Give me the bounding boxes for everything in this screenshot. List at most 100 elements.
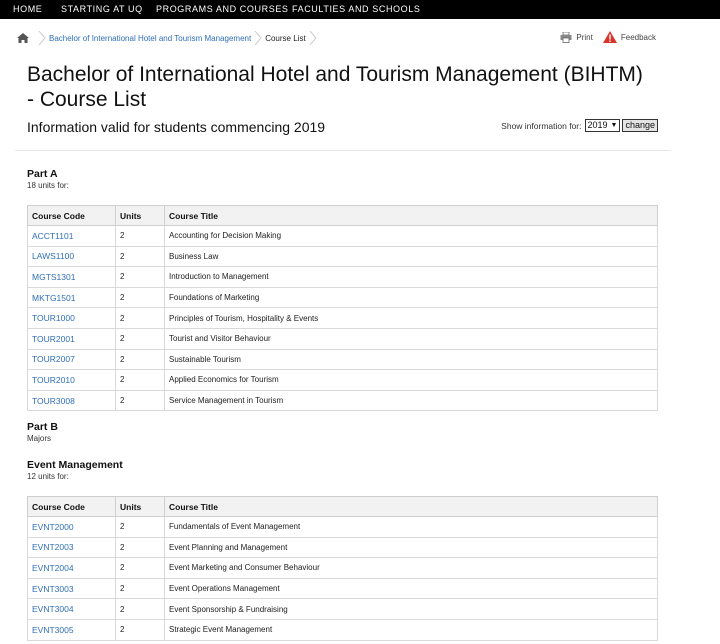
column-header: Course Code [27,205,116,226]
course-title-cell: Event Marketing and Consumer Behaviour [164,557,658,579]
table-row: EVNT3005 2 Strategic Event Management [27,618,658,641]
breadcrumb-program-link[interactable]: Bachelor of International Hotel and Tour… [49,34,251,43]
course-title-cell: Accounting for Decision Making [164,225,658,247]
course-code-cell: LAWS1100 [27,245,116,268]
event-management-heading: Event Management [27,459,123,471]
chevron-down-icon: ▼ [610,122,618,129]
course-code-link[interactable]: ACCT1101 [32,231,73,241]
table-header-row: Course Code Units Course Title [27,496,658,517]
feedback-link[interactable]: Feedback [602,31,656,43]
course-code-cell: TOUR3008 [27,389,116,412]
column-header: Course Title [164,496,658,517]
course-title-cell: Fundamentals of Event Management [164,516,658,538]
chevron-right-icon [254,31,262,45]
table-header-row: Course Code Units Course Title [27,205,658,226]
course-title-cell: Sustainable Tourism [164,348,658,371]
course-code-cell: MGTS1301 [27,266,116,288]
chevron-right-icon [309,31,317,45]
year-select[interactable]: 2019 ▼ [584,119,621,132]
course-title-cell: Introduction to Management [164,266,658,288]
units-cell: 2 [115,618,165,641]
course-code-link[interactable]: LAWS1100 [32,251,74,261]
table-row: MKTG1501 2 Foundations of Marketing [27,286,658,309]
course-code-cell: EVNT3004 [27,598,116,620]
course-code-cell: ACCT1101 [27,225,116,247]
feedback-label: Feedback [620,32,656,42]
units-cell: 2 [115,598,165,620]
column-header: Course Code [27,496,116,517]
units-cell: 2 [115,286,165,309]
table-row: TOUR2010 2 Applied Economics for Tourism [27,369,658,391]
table-row: LAWS1100 2 Business Law [27,245,658,268]
top-navigation: HOME STARTING AT UQ PROGRAMS AND COURSES… [0,0,720,19]
course-code-link[interactable]: EVNT3005 [32,625,74,635]
units-cell: 2 [115,245,165,268]
course-code-link[interactable]: MGTS1301 [32,272,75,282]
course-code-cell: TOUR2007 [27,348,116,371]
print-link[interactable]: Print [560,31,593,43]
page-tools: Print Feedback [550,31,656,43]
part-a-table: Course Code Units Course Title ACCT1101 2… [27,205,658,412]
course-title-cell: Foundations of Marketing [164,286,658,309]
units-cell: 2 [115,225,165,247]
units-cell: 2 [115,516,165,538]
course-code-link[interactable]: TOUR2001 [32,334,75,344]
page-subtitle: Information valid for students commencin… [27,119,326,135]
event-management-note: 12 units for: [27,472,69,481]
course-title-cell: Business Law [164,245,658,268]
course-code-link[interactable]: TOUR2007 [32,354,75,364]
course-code-link[interactable]: EVNT2000 [32,522,74,532]
course-title-cell: Principles of Tourism, Hospitality & Eve… [164,307,658,329]
warning-icon [602,31,617,43]
course-code-link[interactable]: TOUR2010 [32,375,75,385]
part-b-section: Part B Majors [27,421,58,443]
breadcrumb: Bachelor of International Hotel and Tour… [17,30,320,46]
table-row: EVNT2003 2 Event Planning and Management [27,536,658,559]
column-header: Course Title [164,205,658,226]
table-row: TOUR3008 2 Service Management in Tourism [27,389,658,412]
units-cell: 2 [115,348,165,371]
course-code-link[interactable]: TOUR3008 [32,396,75,406]
course-code-link[interactable]: EVNT3003 [32,584,74,594]
course-title-cell: Event Planning and Management [164,536,658,559]
part-b-note: Majors [27,434,52,443]
print-label: Print [576,32,593,42]
show-info-label: Show information for: [501,120,582,131]
course-title-cell: Event Sponsorship & Fundraising [164,598,658,620]
course-code-link[interactable]: TOUR1000 [32,313,75,323]
nav-programs-and-courses[interactable]: PROGRAMS AND COURSES [156,0,289,19]
course-code-cell: MKTG1501 [27,286,116,309]
course-code-cell: EVNT3003 [27,577,116,600]
home-icon[interactable] [17,33,29,43]
table-row: TOUR1000 2 Principles of Tourism, Hospital… [27,307,658,329]
table-row: EVNT3004 2 Event Sponsorship & Fundraising [27,598,658,620]
course-code-cell: TOUR1000 [27,307,116,329]
nav-home[interactable]: HOME [13,0,42,19]
course-code-cell: EVNT2004 [27,557,116,579]
course-code-link[interactable]: EVNT3004 [32,604,74,614]
breadcrumb-current: Course List [265,33,306,43]
course-code-link[interactable]: EVNT2003 [32,542,74,552]
year-select-value: 2019 [587,120,608,130]
table-row: EVNT2000 2 Fundamentals of Event Managemen… [27,516,658,538]
part-b-heading: Part B [27,421,58,433]
course-code-link[interactable]: MKTG1501 [32,293,75,303]
course-code-cell: EVNT2000 [27,516,116,538]
chevron-right-icon [38,31,46,45]
change-button[interactable]: change [622,119,658,132]
printer-icon [560,31,572,43]
course-title-cell: Service Management in Tourism [164,389,658,412]
table-row: EVNT2004 2 Event Marketing and Consumer Be… [27,557,658,579]
part-a-heading: Part A [27,168,58,180]
year-selector: Show information for: 2019 ▼ change [501,119,658,132]
nav-faculties-and-schools[interactable]: FACULTIES AND SCHOOLS [292,0,420,19]
units-cell: 2 [115,389,165,412]
course-code-link[interactable]: EVNT2004 [32,563,74,573]
table-row: TOUR2001 2 Tourist and Visitor Behaviour [27,327,658,350]
course-title-cell: Strategic Event Management [164,618,658,641]
column-header: Units [115,496,165,517]
table-row: EVNT3003 2 Event Operations Management [27,577,658,600]
nav-starting-at-uq[interactable]: STARTING AT UQ [61,0,143,19]
units-cell: 2 [115,557,165,579]
units-cell: 2 [115,327,165,350]
